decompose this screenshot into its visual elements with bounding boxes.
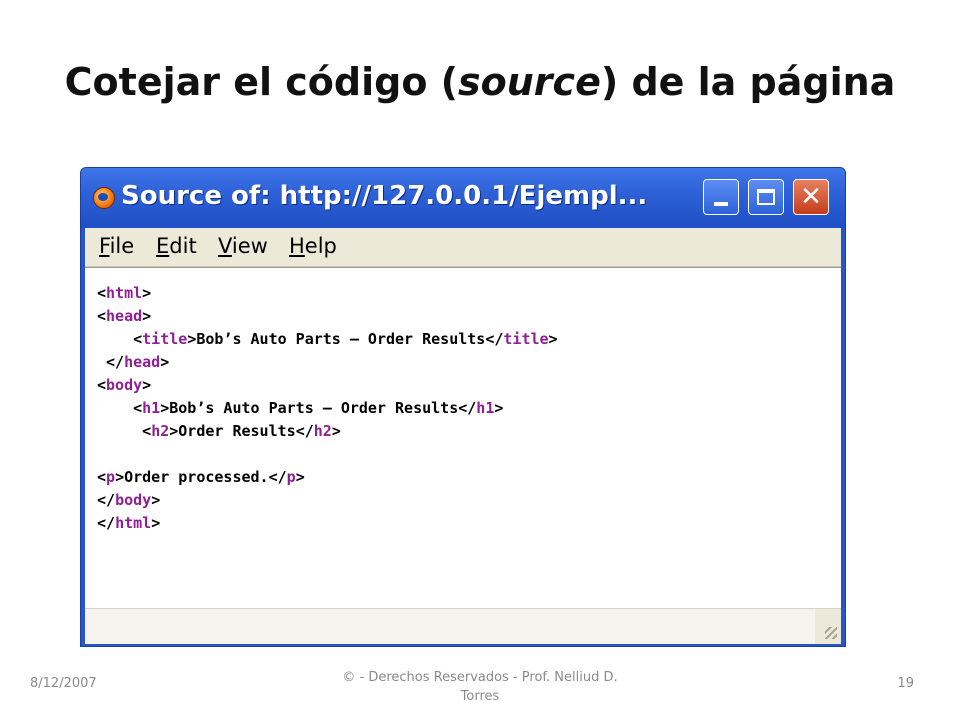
menu-bar: File Edit View Help	[85, 228, 841, 267]
close-icon: ✕	[800, 182, 822, 212]
menu-file[interactable]: File	[99, 234, 134, 258]
maximize-icon	[757, 189, 775, 205]
title-prefix: Cotejar el código (	[64, 60, 459, 104]
footer-copyright: © - Derechos Reservados - Prof. Nelliud …	[342, 670, 618, 704]
source-line: <h2>Order Results</h2>	[142, 422, 341, 440]
menu-help-label: elp	[304, 234, 337, 258]
menu-edit-accel: E	[156, 234, 170, 258]
menu-view[interactable]: View	[218, 234, 268, 258]
source-line: <h1>Bob’s Auto Parts – Order Results</h1…	[133, 399, 504, 417]
footer-date: 8/12/2007	[30, 676, 97, 691]
slide-number: 19	[897, 676, 914, 691]
minimize-icon	[714, 202, 728, 206]
window-bottom-border	[81, 644, 845, 646]
window-titlebar[interactable]: Source of: http://127.0.0.1/Ejempl... ✕	[81, 168, 845, 228]
menu-edit[interactable]: Edit	[156, 234, 197, 258]
menu-help[interactable]: Help	[289, 234, 337, 258]
close-button[interactable]: ✕	[793, 179, 829, 215]
source-line: <html>	[97, 284, 152, 302]
maximize-button[interactable]	[748, 179, 784, 215]
title-suffix: ) de la página	[600, 60, 896, 104]
menu-file-label: ile	[109, 234, 135, 258]
title-emphasis: source	[458, 60, 601, 104]
source-line: <p>Order processed.</p>	[97, 468, 305, 486]
minimize-button[interactable]	[703, 179, 739, 215]
source-code-pane[interactable]: <html> <head> <title>Bob’s Auto Parts – O…	[85, 267, 841, 609]
horizontal-scrollbar[interactable]	[85, 608, 815, 645]
source-line: </html>	[97, 514, 161, 532]
menu-help-accel: H	[289, 234, 305, 258]
resize-grip[interactable]	[815, 608, 841, 645]
source-line: <body>	[97, 376, 152, 394]
source-line: </head>	[106, 353, 170, 371]
view-source-window: Source of: http://127.0.0.1/Ejempl... ✕ …	[80, 167, 846, 647]
slide-title: Cotejar el código (source) de la página	[0, 60, 960, 104]
menu-view-accel: V	[218, 234, 232, 258]
source-line	[97, 443, 558, 466]
window-title: Source of: http://127.0.0.1/Ejempl...	[121, 181, 648, 211]
source-line: </body>	[97, 491, 161, 509]
source-line: <title>Bob’s Auto Parts – Order Results<…	[133, 330, 558, 348]
menu-edit-label: dit	[169, 234, 197, 258]
source-line: <head>	[97, 307, 152, 325]
firefox-icon[interactable]	[93, 187, 115, 209]
menu-view-label: iew	[231, 234, 268, 258]
source-code: <html> <head> <title>Bob’s Auto Parts – O…	[97, 282, 558, 535]
menu-file-accel: F	[99, 234, 110, 258]
